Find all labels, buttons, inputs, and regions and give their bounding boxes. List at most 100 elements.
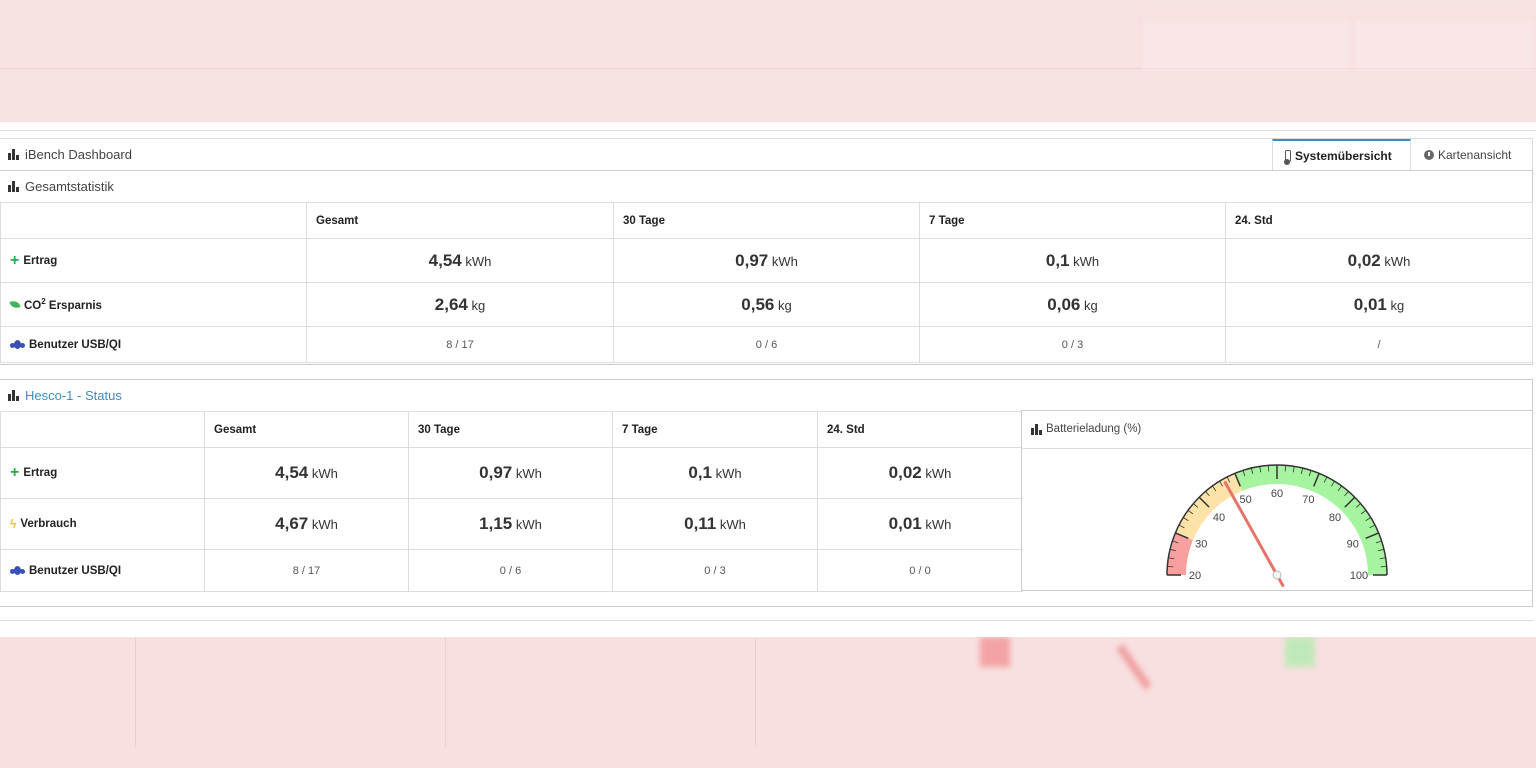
value-unit: kWh xyxy=(1384,253,1411,269)
table-cell: 0 / 0 xyxy=(817,549,1023,592)
gesamtstatistik-table: Gesamt 30 Tage 7 Tage 24. Std + Ertrag 4,… xyxy=(0,202,1533,363)
table-cell: 0,97 kWh xyxy=(408,447,613,499)
bar-chart-icon xyxy=(8,390,19,401)
value-number: 0,97 xyxy=(735,250,769,270)
table-row: ϟ Verbrauch 4,67 kWh 1,15 kWh 0,11 kWh 0,… xyxy=(0,498,1023,550)
background-tab-blur xyxy=(1140,18,1352,69)
value-number: 1,15 xyxy=(479,514,513,533)
value-unit: kWh xyxy=(715,466,742,481)
table-cell: 1,15 kWh xyxy=(408,498,613,550)
row-label-benutzer: Benutzer USB/QI xyxy=(0,326,307,363)
bolt-icon: ϟ xyxy=(10,517,17,531)
gauge-tick-label: 20 xyxy=(1189,570,1201,582)
value-unit: kWh xyxy=(719,517,746,532)
value-number: 0,11 xyxy=(684,514,717,533)
value-unit: kg xyxy=(1390,297,1405,313)
row-label-text: Ertrag xyxy=(23,467,58,479)
tab-label: Kartenansicht xyxy=(1438,147,1512,162)
hesco-status-table: Gesamt 30 Tage 7 Tage 24. Std + Ertrag 4,… xyxy=(0,411,1023,592)
gauge-tick-label: 60 xyxy=(1271,488,1283,500)
gauge-tick-label: 90 xyxy=(1347,539,1359,551)
table-cell: 8 / 17 xyxy=(306,326,614,363)
value-number: 0,97 xyxy=(479,463,513,482)
table-header-empty xyxy=(0,411,205,448)
gesamtstatistik-title: Gesamtstatistik xyxy=(8,179,114,194)
row-label-text: Benutzer USB/QI xyxy=(29,564,122,577)
thermometer-icon xyxy=(1284,149,1291,165)
table-header: 30 Tage xyxy=(613,202,920,239)
value-unit: kWh xyxy=(771,253,798,269)
value-number: 0,1 xyxy=(1045,250,1070,270)
table-cell: 0 / 6 xyxy=(408,549,613,592)
box-title-link[interactable]: Hesco-1 - Status xyxy=(25,388,122,403)
value-unit: kWh xyxy=(1073,253,1100,269)
row-label-benutzer: Benutzer USB/QI xyxy=(0,549,205,592)
row-label-co2: CO2 Ersparnis xyxy=(0,282,307,327)
background-bottom xyxy=(0,637,1536,768)
dashboard-panel: iBench Dashboard Systemübersicht Kartena… xyxy=(0,122,1536,637)
table-header: 30 Tage xyxy=(408,411,613,448)
dashboard-title-text: iBench Dashboard xyxy=(25,147,132,162)
gauge-tick-label: 100 xyxy=(1350,570,1368,582)
value-unit: kWh xyxy=(311,466,338,481)
row-label-text: CO xyxy=(24,299,42,312)
gauge-band xyxy=(1167,532,1193,575)
background-tab-blur xyxy=(1355,18,1536,69)
dashboard-title: iBench Dashboard xyxy=(8,147,132,162)
background-top xyxy=(0,0,1536,122)
tab-systemuebersicht[interactable]: Systemübersicht xyxy=(1272,139,1411,170)
value-unit: kWh xyxy=(515,466,542,481)
table-cell: 0,56 kg xyxy=(613,282,920,327)
table-cell: 0,97 kWh xyxy=(613,238,920,283)
row-label-text: Verbrauch xyxy=(20,518,77,530)
table-header: Gesamt xyxy=(306,202,614,239)
table-row: Benutzer USB/QI 8 / 17 0 / 6 0 / 3 / xyxy=(0,326,1533,363)
tab-kartenansicht[interactable]: Kartenansicht xyxy=(1412,139,1532,170)
table-cell: 0,01 kWh xyxy=(817,498,1023,550)
value-number: 0,02 xyxy=(888,463,922,482)
table-cell: 0 / 6 xyxy=(613,326,920,363)
value-number: 0,1 xyxy=(688,463,712,482)
table-cell: 8 / 17 xyxy=(204,549,409,592)
gauge-header: Batterieladung (%) xyxy=(1022,411,1532,449)
table-cell: 0,06 kg xyxy=(919,282,1226,327)
value-unit: kg xyxy=(1083,297,1098,313)
value-unit: kWh xyxy=(465,253,492,269)
table-header: 24. Std xyxy=(1225,202,1533,239)
clock-icon xyxy=(1424,149,1434,160)
table-cell: 0 / 3 xyxy=(919,326,1226,363)
gauge-tick-label: 50 xyxy=(1239,494,1251,506)
value-number: 4,54 xyxy=(428,250,462,270)
gauge-band xyxy=(1234,465,1387,575)
table-cell: 0 / 3 xyxy=(612,549,818,592)
value-unit: kg xyxy=(471,297,486,313)
table-header-empty xyxy=(0,202,307,239)
row-label-ertrag: + Ertrag xyxy=(0,238,307,283)
table-cell: / xyxy=(1225,326,1533,363)
users-icon xyxy=(10,566,25,575)
gauge-tick-label: 30 xyxy=(1195,539,1207,551)
row-label-text: Ertrag xyxy=(23,254,58,267)
table-cell: 0,02 kWh xyxy=(817,447,1023,499)
gauge-tick-label: 70 xyxy=(1302,494,1314,506)
table-header: 7 Tage xyxy=(612,411,818,448)
gauge-tick-label: 80 xyxy=(1329,512,1341,524)
value-number: 0,01 xyxy=(1353,294,1387,314)
value-number: 2,64 xyxy=(434,294,468,314)
bar-chart-icon xyxy=(8,181,19,192)
table-cell: 0,02 kWh xyxy=(1225,238,1533,283)
row-label-ertrag: + Ertrag xyxy=(0,447,205,499)
table-cell: 4,67 kWh xyxy=(204,498,409,550)
gauge-title: Batterieladung (%) xyxy=(1031,423,1141,435)
table-row: CO2 Ersparnis 2,64 kg 0,56 kg 0,06 kg 0,… xyxy=(0,282,1533,327)
table-cell: 0,11 kWh xyxy=(612,498,818,550)
table-header-row: Gesamt 30 Tage 7 Tage 24. Std xyxy=(0,411,1023,448)
row-label-verbrauch: ϟ Verbrauch xyxy=(0,498,205,550)
row-label-text: Benutzer USB/QI xyxy=(29,338,122,351)
gauge-title-text: Batterieladung (%) xyxy=(1046,423,1142,435)
value-number: 0,06 xyxy=(1047,294,1081,314)
value-number: 4,54 xyxy=(275,463,309,482)
hesco-status-title[interactable]: Hesco-1 - Status xyxy=(8,388,122,403)
table-cell: 2,64 kg xyxy=(306,282,614,327)
value-unit: kg xyxy=(777,297,792,313)
